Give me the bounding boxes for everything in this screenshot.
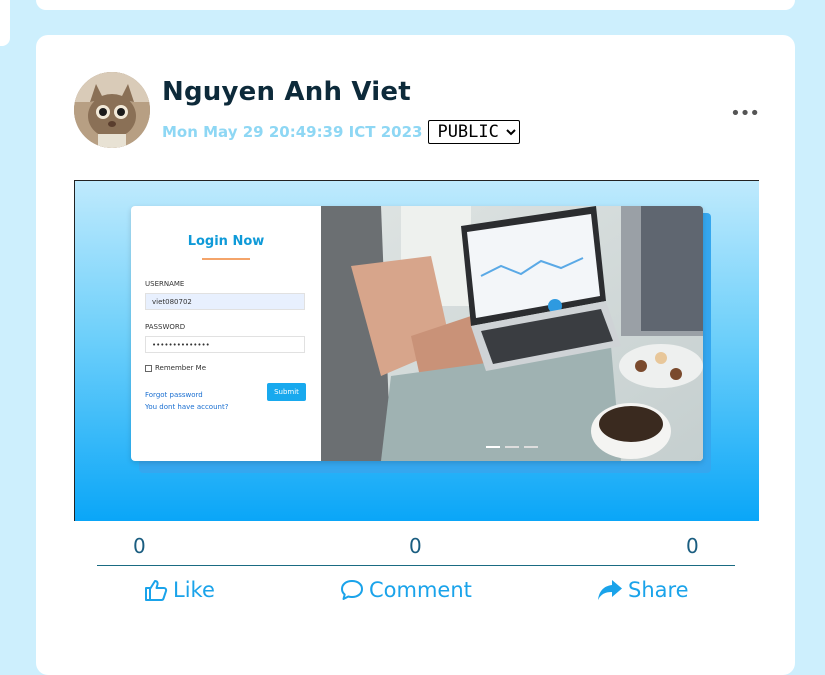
comment-button[interactable]: Comment	[340, 578, 472, 602]
avatar[interactable]	[74, 72, 150, 148]
like-count: 0	[133, 534, 146, 558]
share-arrow-icon	[598, 580, 622, 600]
submit-button: Submit	[267, 383, 306, 401]
share-label: Share	[628, 578, 689, 602]
username-field: viet080702	[145, 293, 305, 310]
comment-label: Comment	[369, 578, 472, 602]
laptop-scene-image	[321, 206, 703, 461]
share-count: 0	[686, 534, 699, 558]
comment-count: 0	[409, 534, 422, 558]
sidebar-stub	[0, 0, 10, 46]
password-label: PASSWORD	[145, 323, 186, 331]
post-actions: Like Comment Share	[97, 578, 735, 614]
signup-link: You dont have account?	[145, 403, 229, 411]
checkbox-icon	[145, 364, 152, 372]
post-meta: Mon May 29 20:49:39 ICT 2023 PUBLIC	[162, 119, 521, 145]
login-title: Login Now	[187, 234, 265, 249]
post-timestamp: Mon May 29 20:49:39 ICT 2023	[162, 123, 423, 141]
post-image[interactable]: Login Now USERNAME viet080702 PASSWORD •…	[74, 180, 759, 521]
login-form-panel: Login Now USERNAME viet080702 PASSWORD •…	[131, 206, 321, 461]
remember-me: Remember Me	[145, 364, 206, 372]
like-button[interactable]: Like	[144, 578, 215, 602]
cat-avatar-image	[74, 72, 150, 148]
password-field: ••••••••••••••	[145, 336, 305, 353]
post-card: Nguyen Anh Viet Mon May 29 20:49:39 ICT …	[36, 35, 795, 675]
share-button[interactable]: Share	[597, 578, 689, 602]
login-screenshot: Login Now USERNAME viet080702 PASSWORD •…	[131, 206, 703, 461]
title-underline	[202, 258, 250, 260]
previous-post-card	[36, 0, 795, 10]
like-label: Like	[173, 578, 215, 602]
privacy-select[interactable]: PUBLIC	[428, 120, 521, 144]
username-label: USERNAME	[145, 280, 185, 288]
comment-bubble-icon	[341, 580, 363, 600]
more-dots-icon[interactable]: •••	[730, 103, 760, 124]
thumbs-up-icon	[145, 580, 168, 601]
post-stats: 0 0 0	[97, 534, 735, 566]
remember-label: Remember Me	[155, 364, 206, 372]
laptop-photo	[321, 206, 703, 461]
forgot-password-link: Forgot password	[145, 391, 203, 399]
author-name[interactable]: Nguyen Anh Viet	[162, 77, 411, 107]
